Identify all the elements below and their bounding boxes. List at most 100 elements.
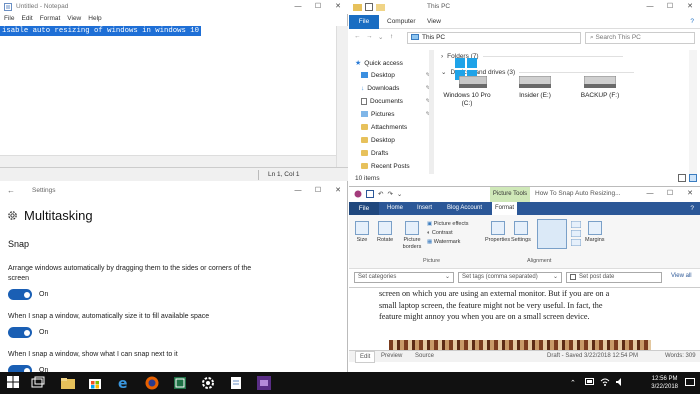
tab-file[interactable]: File <box>349 202 379 215</box>
tab-blog-account[interactable]: Blog Account <box>447 205 482 211</box>
nav-scrollbar[interactable] <box>429 50 434 174</box>
forward-arrow-icon[interactable]: → <box>366 33 373 40</box>
notifications-icon[interactable] <box>685 377 695 387</box>
nav-item-quick-access[interactable]: ★ Quick access <box>355 58 427 68</box>
size-button[interactable]: Size <box>355 221 369 244</box>
help-icon[interactable]: ? <box>690 205 694 212</box>
drive-c[interactable]: Windows 10 Pro (C:) <box>437 58 497 108</box>
file-explorer-icon[interactable] <box>60 375 76 391</box>
task-view-icon[interactable] <box>30 375 46 391</box>
editor-titlebar[interactable]: ↶ ↷ ⌄ Picture Tools How To Snap Auto Res… <box>349 187 700 202</box>
settings-button[interactable]: Settings <box>511 221 531 244</box>
edge-browser-icon[interactable]: e <box>116 375 132 391</box>
nav-item-desktop[interactable]: Desktop ✎ <box>361 70 433 80</box>
categories-field[interactable]: Set categories ⌄ <box>354 272 454 283</box>
content-scrollbar[interactable] <box>689 50 697 174</box>
minimize-icon[interactable]: — <box>288 184 308 198</box>
drive-e[interactable]: Insider (E:) <box>505 76 565 100</box>
tab-format[interactable]: Format <box>492 202 518 215</box>
tags-field[interactable]: Set tags (comma separated) ⌄ <box>458 272 562 283</box>
align-right-icon[interactable] <box>571 239 581 246</box>
redo-icon[interactable]: ↷ <box>387 190 392 198</box>
horizontal-scrollbar[interactable] <box>0 155 336 167</box>
nav-item-desktop-folder[interactable]: Desktop <box>361 135 433 145</box>
menu-edit[interactable]: Edit <box>21 15 32 25</box>
volume-icon[interactable] <box>615 378 625 386</box>
tab-file[interactable]: File <box>349 15 379 29</box>
maximize-icon[interactable]: ☐ <box>308 0 328 14</box>
chevron-down-icon[interactable]: ⌄ <box>397 190 402 198</box>
tab-preview[interactable]: Preview <box>381 353 402 359</box>
close-icon[interactable]: ✕ <box>680 187 700 201</box>
tab-insert[interactable]: Insert <box>417 205 432 211</box>
writer-app-icon[interactable] <box>256 375 272 391</box>
contrast-button[interactable]: ◐ Contrast <box>427 230 468 236</box>
maximize-icon[interactable]: ☐ <box>660 187 680 201</box>
settings-titlebar[interactable]: ← Settings — ☐ ✕ <box>0 184 347 198</box>
close-icon[interactable]: ✕ <box>328 184 347 198</box>
drive-f[interactable]: BACKUP (F:) <box>570 76 630 100</box>
help-icon[interactable]: ? <box>690 18 694 25</box>
toggle-switch[interactable] <box>8 327 32 338</box>
toggle-switch[interactable] <box>8 289 32 300</box>
firefox-icon[interactable] <box>144 375 160 391</box>
menu-format[interactable]: Format <box>40 15 61 25</box>
wifi-icon[interactable] <box>600 378 610 386</box>
watermark-button[interactable]: ▦ Watermark <box>427 239 468 245</box>
nav-item-downloads[interactable]: ↓ Downloads ✎ <box>361 83 433 93</box>
toggle-switch[interactable] <box>8 365 32 372</box>
back-arrow-icon[interactable]: ← <box>7 186 15 195</box>
details-view-icon[interactable] <box>678 174 686 182</box>
tab-source[interactable]: Source <box>415 353 434 359</box>
nav-item-pictures[interactable]: Pictures ✎ <box>361 109 433 119</box>
notepad-titlebar[interactable]: Untitled - Notepad — ☐ ✕ <box>0 0 348 14</box>
minimize-icon[interactable]: — <box>640 0 660 14</box>
settings-gear-icon[interactable] <box>200 375 216 391</box>
nav-item-documents[interactable]: Documents ✎ <box>361 96 433 106</box>
tab-computer[interactable]: Computer <box>387 18 416 25</box>
up-arrow-icon[interactable]: ↑ <box>390 33 393 40</box>
tab-edit[interactable]: Edit <box>355 351 376 363</box>
menu-view[interactable]: View <box>67 15 81 25</box>
nav-item-drafts[interactable]: Drafts <box>361 148 433 158</box>
properties-icon[interactable] <box>365 3 373 11</box>
post-date-field[interactable]: Set post date <box>566 272 662 283</box>
nav-item-recent-posts[interactable]: Recent Posts <box>361 161 433 171</box>
address-input[interactable]: This PC <box>407 32 581 44</box>
view-all-link[interactable]: View all <box>671 273 692 279</box>
close-icon[interactable]: ✕ <box>328 0 348 14</box>
vertical-scrollbar[interactable] <box>336 26 348 167</box>
folder-icon[interactable] <box>353 3 362 11</box>
store-icon[interactable] <box>87 375 103 391</box>
save-icon[interactable] <box>366 190 374 198</box>
minimize-icon[interactable]: — <box>288 0 308 14</box>
start-button[interactable] <box>6 375 22 391</box>
maximize-icon[interactable]: ☐ <box>308 184 328 198</box>
search-input[interactable]: ⌕ Search This PC <box>585 32 695 44</box>
battery-icon[interactable] <box>585 378 595 385</box>
tab-view[interactable]: View <box>427 18 441 25</box>
minimize-icon[interactable]: — <box>640 187 660 201</box>
picture-effects-button[interactable]: ▣ Picture effects <box>427 221 468 227</box>
chevron-up-icon[interactable]: ⌃ <box>570 379 576 387</box>
tab-home[interactable]: Home <box>387 205 403 211</box>
align-center-icon[interactable] <box>571 230 581 237</box>
inline-image[interactable] <box>389 340 651 350</box>
margins-button[interactable]: Margins <box>585 221 605 244</box>
rotate-button[interactable]: Rotate <box>377 221 393 244</box>
alignment-button[interactable] <box>537 219 567 249</box>
undo-icon[interactable]: ↶ <box>378 190 383 198</box>
back-arrow-icon[interactable]: ← <box>354 33 361 40</box>
nav-item-attachments[interactable]: Attachments <box>361 122 433 132</box>
chevron-down-icon[interactable]: ⌄ <box>378 33 383 41</box>
menu-help[interactable]: Help <box>88 15 101 25</box>
explorer-titlebar[interactable]: This PC — ☐ ✕ <box>349 0 700 15</box>
tiles-view-icon[interactable] <box>689 174 697 182</box>
picture-borders-button[interactable]: Picture borders <box>401 221 423 251</box>
spreadsheet-app-icon[interactable] <box>172 375 188 391</box>
maximize-icon[interactable]: ☐ <box>660 0 680 14</box>
align-left-icon[interactable] <box>571 221 581 228</box>
checkbox-icon[interactable] <box>570 274 576 280</box>
properties-button[interactable]: Properties <box>485 221 510 244</box>
menu-file[interactable]: File <box>4 15 14 25</box>
